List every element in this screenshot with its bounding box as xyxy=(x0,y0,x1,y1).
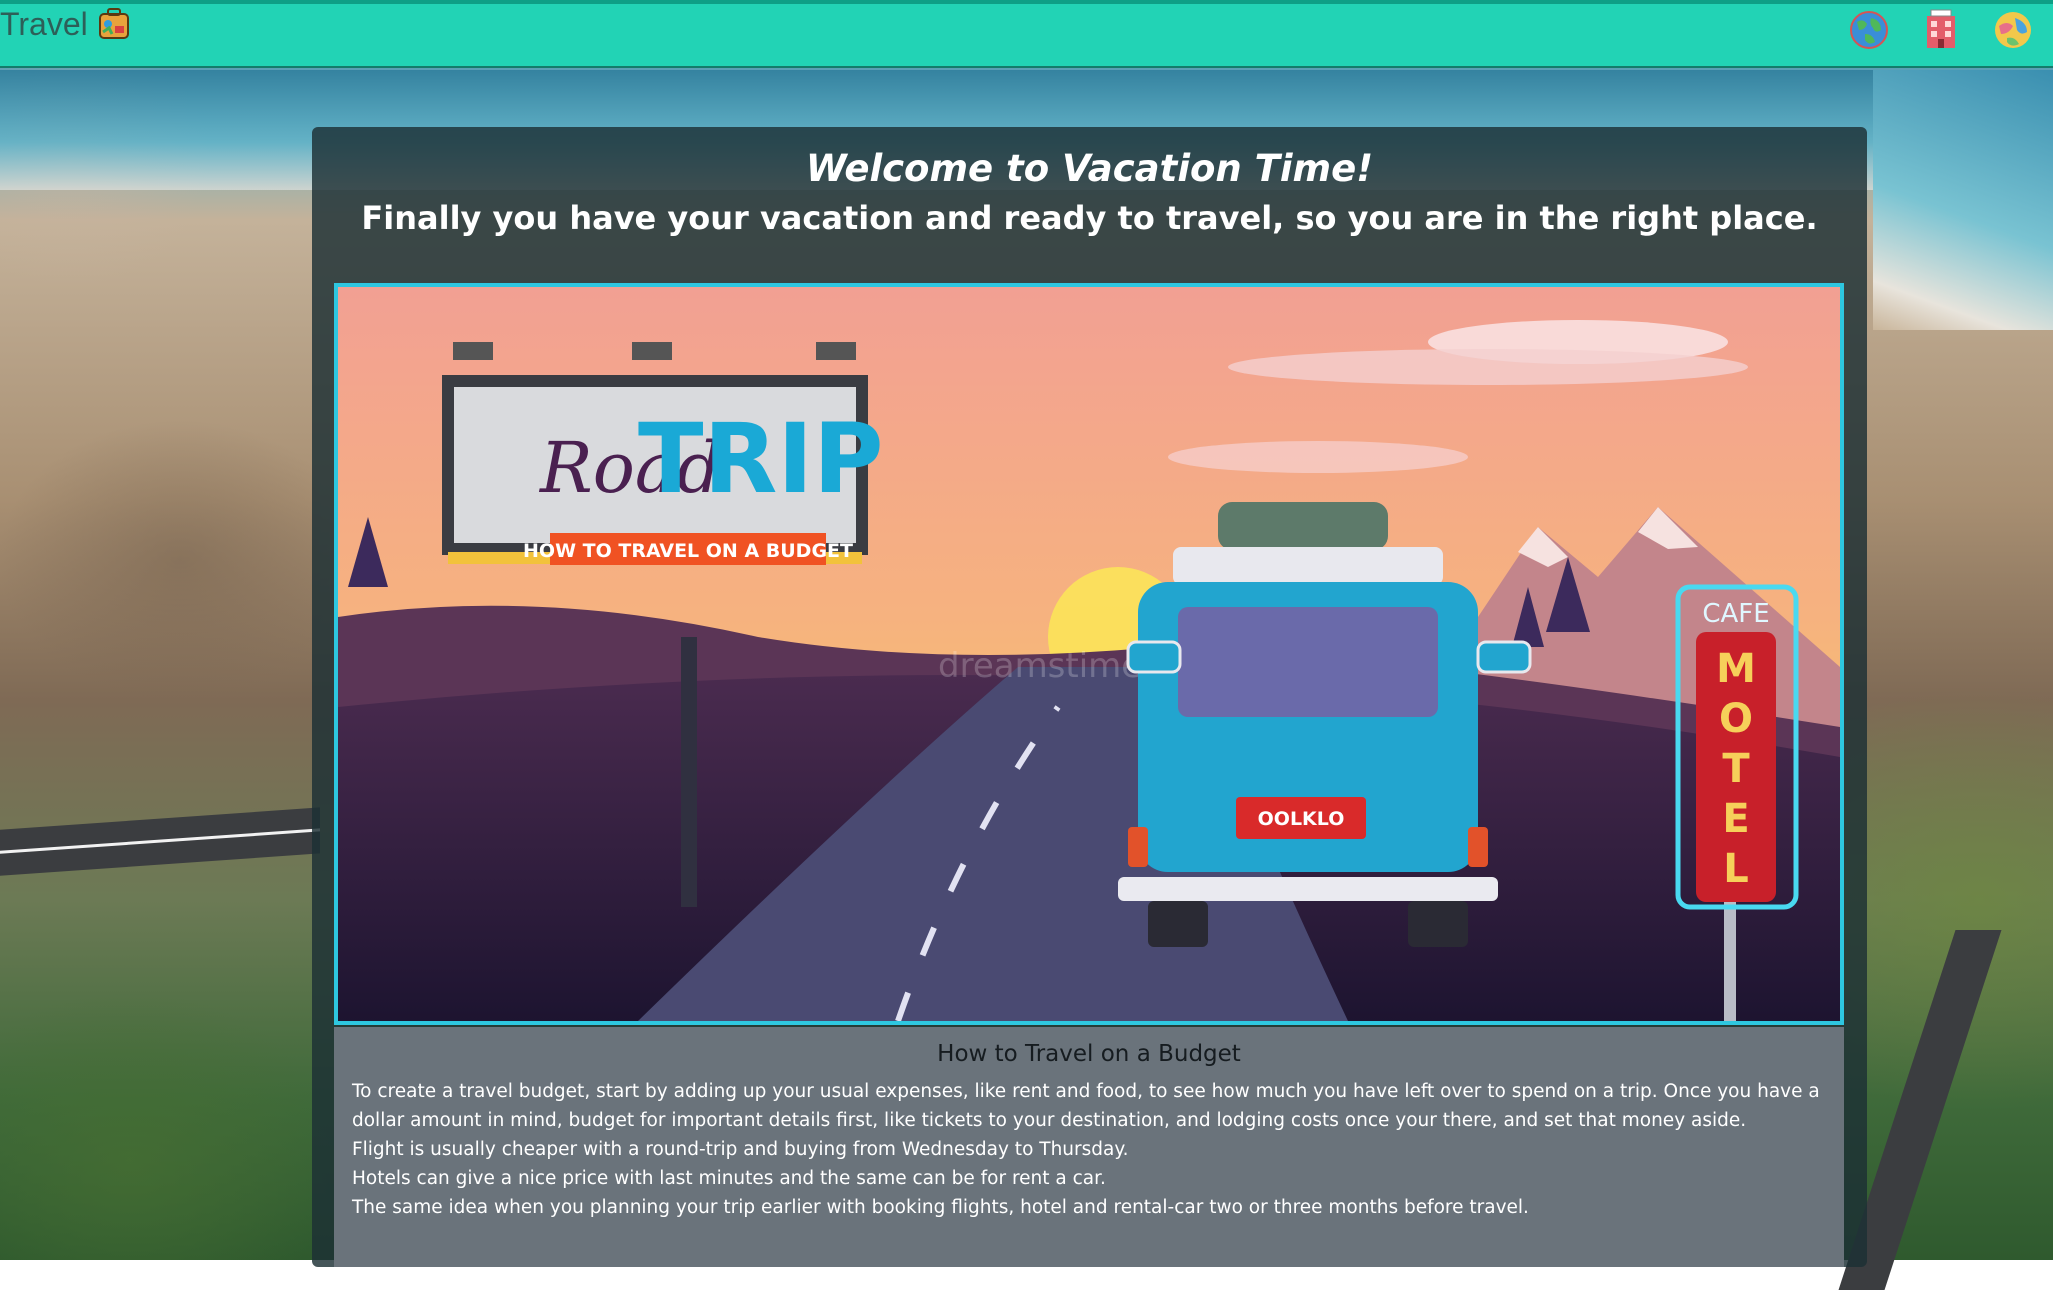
road-trip-banner: Road TRIP HOW TO TRAVEL ON A BUDGET drea… xyxy=(334,283,1844,1025)
sign-letter-m: M xyxy=(1716,646,1756,692)
coastal-road-right xyxy=(1838,930,2053,1290)
navbar: Travel xyxy=(0,0,2053,68)
article-paragraph-3: Hotels can give a nice price with last m… xyxy=(352,1168,1106,1189)
nav-icon-group xyxy=(1847,8,2035,52)
article-paragraph-4: The same idea when you planning your tri… xyxy=(352,1197,1529,1218)
sign-cafe-text: CAFE xyxy=(1702,599,1769,629)
road-trip-illustration: Road TRIP HOW TO TRAVEL ON A BUDGET drea… xyxy=(338,287,1840,1021)
hotel-icon[interactable] xyxy=(1919,8,1963,52)
license-plate-text: OOLKLO xyxy=(1258,808,1345,830)
suitcase-icon xyxy=(98,8,129,39)
page-title: Welcome to Vacation Time! xyxy=(805,147,1374,190)
budget-article: How to Travel on a Budget To create a tr… xyxy=(334,1027,1844,1267)
globe-icon[interactable] xyxy=(1847,8,1891,52)
billboard-tagline-text: HOW TO TRAVEL ON A BUDGET xyxy=(523,540,853,562)
coastal-road-left xyxy=(0,807,320,1049)
brand-link[interactable]: Travel xyxy=(0,4,134,44)
sign-letter-o: O xyxy=(1719,696,1753,742)
world-map-icon[interactable] xyxy=(1991,8,2035,52)
sign-letter-l: L xyxy=(1723,846,1749,892)
sign-letter-e: E xyxy=(1722,796,1749,842)
sign-letter-t: T xyxy=(1722,746,1750,792)
article-heading: How to Travel on a Budget xyxy=(937,1041,1241,1067)
brand-text: Travel xyxy=(0,6,88,42)
article-paragraph-1: To create a travel budget, start by addi… xyxy=(352,1081,1820,1131)
watermark-text: dreamstime xyxy=(938,646,1142,686)
sea-area-right xyxy=(1873,70,2053,330)
main-panel: Welcome to Vacation Time! Finally you ha… xyxy=(312,127,1867,1267)
page-subtitle: Finally you have your vacation and ready… xyxy=(361,199,1818,237)
article-paragraph-2: Flight is usually cheaper with a round-t… xyxy=(352,1139,1129,1160)
billboard-title-text: TRIP xyxy=(638,403,883,515)
